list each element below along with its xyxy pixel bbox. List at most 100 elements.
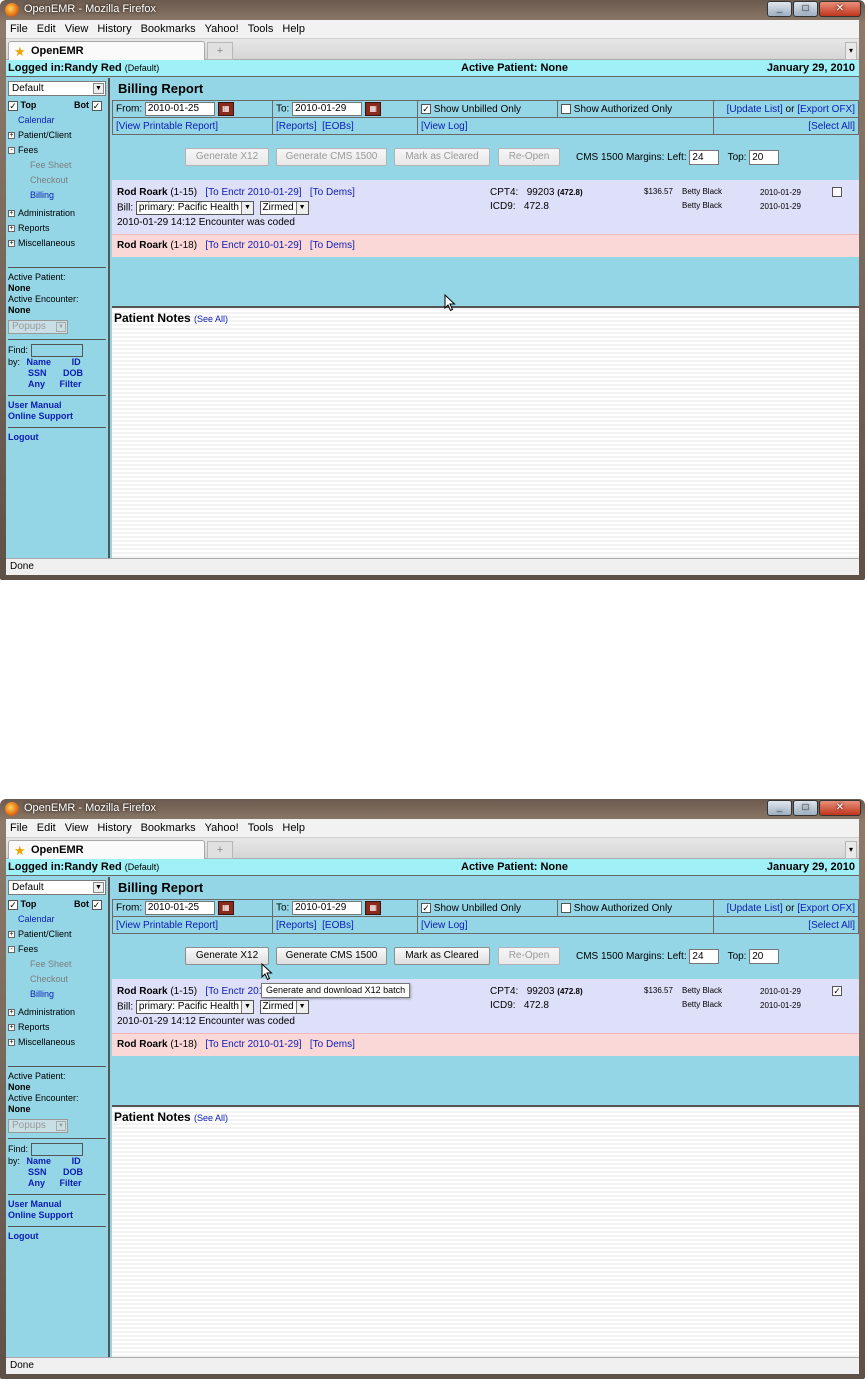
close-button[interactable]: ✕ [819, 1, 861, 17]
nav-checkout[interactable]: Checkout [8, 173, 106, 188]
new-tab-button[interactable]: + [207, 841, 233, 859]
clearing-house-select[interactable]: Zirmed ▼ [259, 1000, 309, 1014]
nav-fee-sheet[interactable]: Fee Sheet [8, 957, 106, 972]
eobs-link[interactable]: [EOBs] [322, 121, 354, 132]
menu-help[interactable]: Help [282, 23, 305, 35]
nav-billing[interactable]: Billing [8, 188, 106, 203]
select-row-checkbox[interactable] [832, 187, 842, 197]
select-all-link[interactable]: [Select All] [808, 920, 855, 931]
calendar-icon[interactable]: ▦ [217, 901, 234, 915]
to-date-input[interactable]: 2010-01-29 [292, 102, 363, 116]
user-manual-link[interactable]: User Manual [8, 1199, 106, 1210]
select-row-checkbox[interactable]: ✓ [832, 986, 842, 996]
show-authorized-checkbox[interactable] [561, 103, 571, 114]
online-support-link[interactable]: Online Support [8, 411, 106, 422]
calendar-icon[interactable]: ▦ [365, 901, 382, 915]
nav-fee-sheet[interactable]: Fee Sheet [8, 158, 106, 173]
menu-tools[interactable]: Tools [248, 822, 274, 834]
show-authorized-checkbox[interactable] [561, 902, 571, 913]
bill-payer-select[interactable]: primary: Pacific Health ▼ [135, 1000, 254, 1014]
generate-x12-button[interactable]: Generate X12 [185, 947, 269, 965]
nav-calendar[interactable]: Calendar [8, 912, 106, 927]
find-by-name[interactable]: Name [27, 357, 52, 367]
top-margin-input[interactable]: 20 [749, 949, 780, 964]
to-dems-link[interactable]: [To Dems] [310, 187, 355, 198]
calendar-icon[interactable]: ▦ [217, 102, 234, 116]
calendar-icon[interactable]: ▦ [365, 102, 382, 116]
find-input[interactable] [30, 1143, 83, 1156]
view-log-link[interactable]: [View Log] [421, 121, 468, 132]
export-ofx-link[interactable]: [Export OFX] [797, 903, 855, 914]
reopen-button[interactable]: Re-Open [498, 148, 560, 166]
nav-reports[interactable]: + Reports [8, 221, 106, 236]
reports-link[interactable]: [Reports] [276, 121, 317, 132]
bot-checkbox[interactable]: ✓ [91, 899, 102, 910]
find-input[interactable] [30, 344, 83, 357]
new-tab-button[interactable]: + [207, 42, 233, 60]
view-printable-link[interactable]: [View Printable Report] [116, 920, 218, 931]
to-date-input[interactable]: 2010-01-29 [292, 901, 363, 915]
update-list-link[interactable]: [Update List] [727, 104, 783, 115]
find-filter[interactable]: Filter [60, 379, 82, 389]
nav-miscellaneous[interactable]: + Miscellaneous [8, 1035, 106, 1050]
find-by-id[interactable]: ID [72, 357, 81, 367]
show-unbilled-checkbox[interactable]: ✓ [421, 103, 431, 114]
tab-list-icon[interactable]: ▾ [845, 841, 857, 859]
see-all-link[interactable]: (See All) [194, 1113, 228, 1123]
minimize-button[interactable]: _ [767, 800, 792, 816]
view-printable-link[interactable]: [View Printable Report] [116, 121, 218, 132]
select-all-link[interactable]: [Select All] [808, 121, 855, 132]
nav-billing[interactable]: Billing [8, 987, 106, 1002]
popups-select[interactable]: Popups ▼ [8, 320, 68, 334]
menu-bookmarks[interactable]: Bookmarks [141, 23, 196, 35]
nav-patient-client[interactable]: + Patient/Client [8, 927, 106, 942]
nav-calendar[interactable]: Calendar [8, 113, 106, 128]
menu-history[interactable]: History [97, 23, 131, 35]
to-encounter-link[interactable]: [To Enctr 2010-01-29] [205, 187, 301, 198]
user-manual-link[interactable]: User Manual [8, 400, 106, 411]
maximize-button[interactable]: □ [793, 1, 818, 17]
find-by-dob[interactable]: DOB [63, 1167, 83, 1177]
reports-link[interactable]: [Reports] [276, 920, 317, 931]
top-margin-input[interactable]: 20 [749, 150, 780, 165]
popups-select[interactable]: Popups ▼ [8, 1119, 68, 1133]
menu-yahoo[interactable]: Yahoo! [205, 23, 239, 35]
minimize-button[interactable]: _ [767, 1, 792, 17]
menu-bookmarks[interactable]: Bookmarks [141, 822, 196, 834]
top-checkbox[interactable]: ✓ [8, 899, 18, 910]
menu-view[interactable]: View [65, 822, 89, 834]
find-by-id[interactable]: ID [72, 1156, 81, 1166]
find-by-ssn[interactable]: SSN [28, 1167, 47, 1177]
generate-cms1500-button[interactable]: Generate CMS 1500 [276, 148, 387, 166]
nav-checkout[interactable]: Checkout [8, 972, 106, 987]
menu-file[interactable]: File [10, 23, 28, 35]
reopen-button[interactable]: Re-Open [498, 947, 560, 965]
nav-administration[interactable]: + Administration [8, 1005, 106, 1020]
show-unbilled-checkbox[interactable]: ✓ [421, 902, 431, 913]
menu-yahoo[interactable]: Yahoo! [205, 822, 239, 834]
nav-reports[interactable]: + Reports [8, 1020, 106, 1035]
logout-link[interactable]: Logout [8, 1231, 106, 1242]
maximize-button[interactable]: □ [793, 800, 818, 816]
layout-select[interactable]: Default ▼ [8, 880, 106, 895]
tab-openemr[interactable]: ★ OpenEMR [8, 840, 205, 860]
menu-history[interactable]: History [97, 822, 131, 834]
find-by-name[interactable]: Name [27, 1156, 52, 1166]
mark-cleared-button[interactable]: Mark as Cleared [394, 148, 490, 166]
to-dems-link[interactable]: [To Dems] [310, 1039, 355, 1050]
menu-view[interactable]: View [65, 23, 89, 35]
layout-select[interactable]: Default ▼ [8, 81, 106, 96]
to-encounter-link[interactable]: [To Enctr 2010-01-29] [205, 1039, 301, 1050]
generate-cms1500-button[interactable]: Generate CMS 1500 [276, 947, 387, 965]
menu-edit[interactable]: Edit [37, 23, 56, 35]
left-margin-input[interactable]: 24 [689, 150, 720, 165]
bill-payer-select[interactable]: primary: Pacific Health ▼ [135, 201, 254, 215]
find-by-ssn[interactable]: SSN [28, 368, 47, 378]
top-checkbox[interactable]: ✓ [8, 100, 18, 111]
from-date-input[interactable]: 2010-01-25 [144, 102, 215, 116]
find-by-any[interactable]: Any [28, 1178, 45, 1188]
nav-miscellaneous[interactable]: + Miscellaneous [8, 236, 106, 251]
see-all-link[interactable]: (See All) [194, 314, 228, 324]
generate-x12-button[interactable]: Generate X12 [185, 148, 269, 166]
to-dems-link[interactable]: [To Dems] [310, 240, 355, 251]
